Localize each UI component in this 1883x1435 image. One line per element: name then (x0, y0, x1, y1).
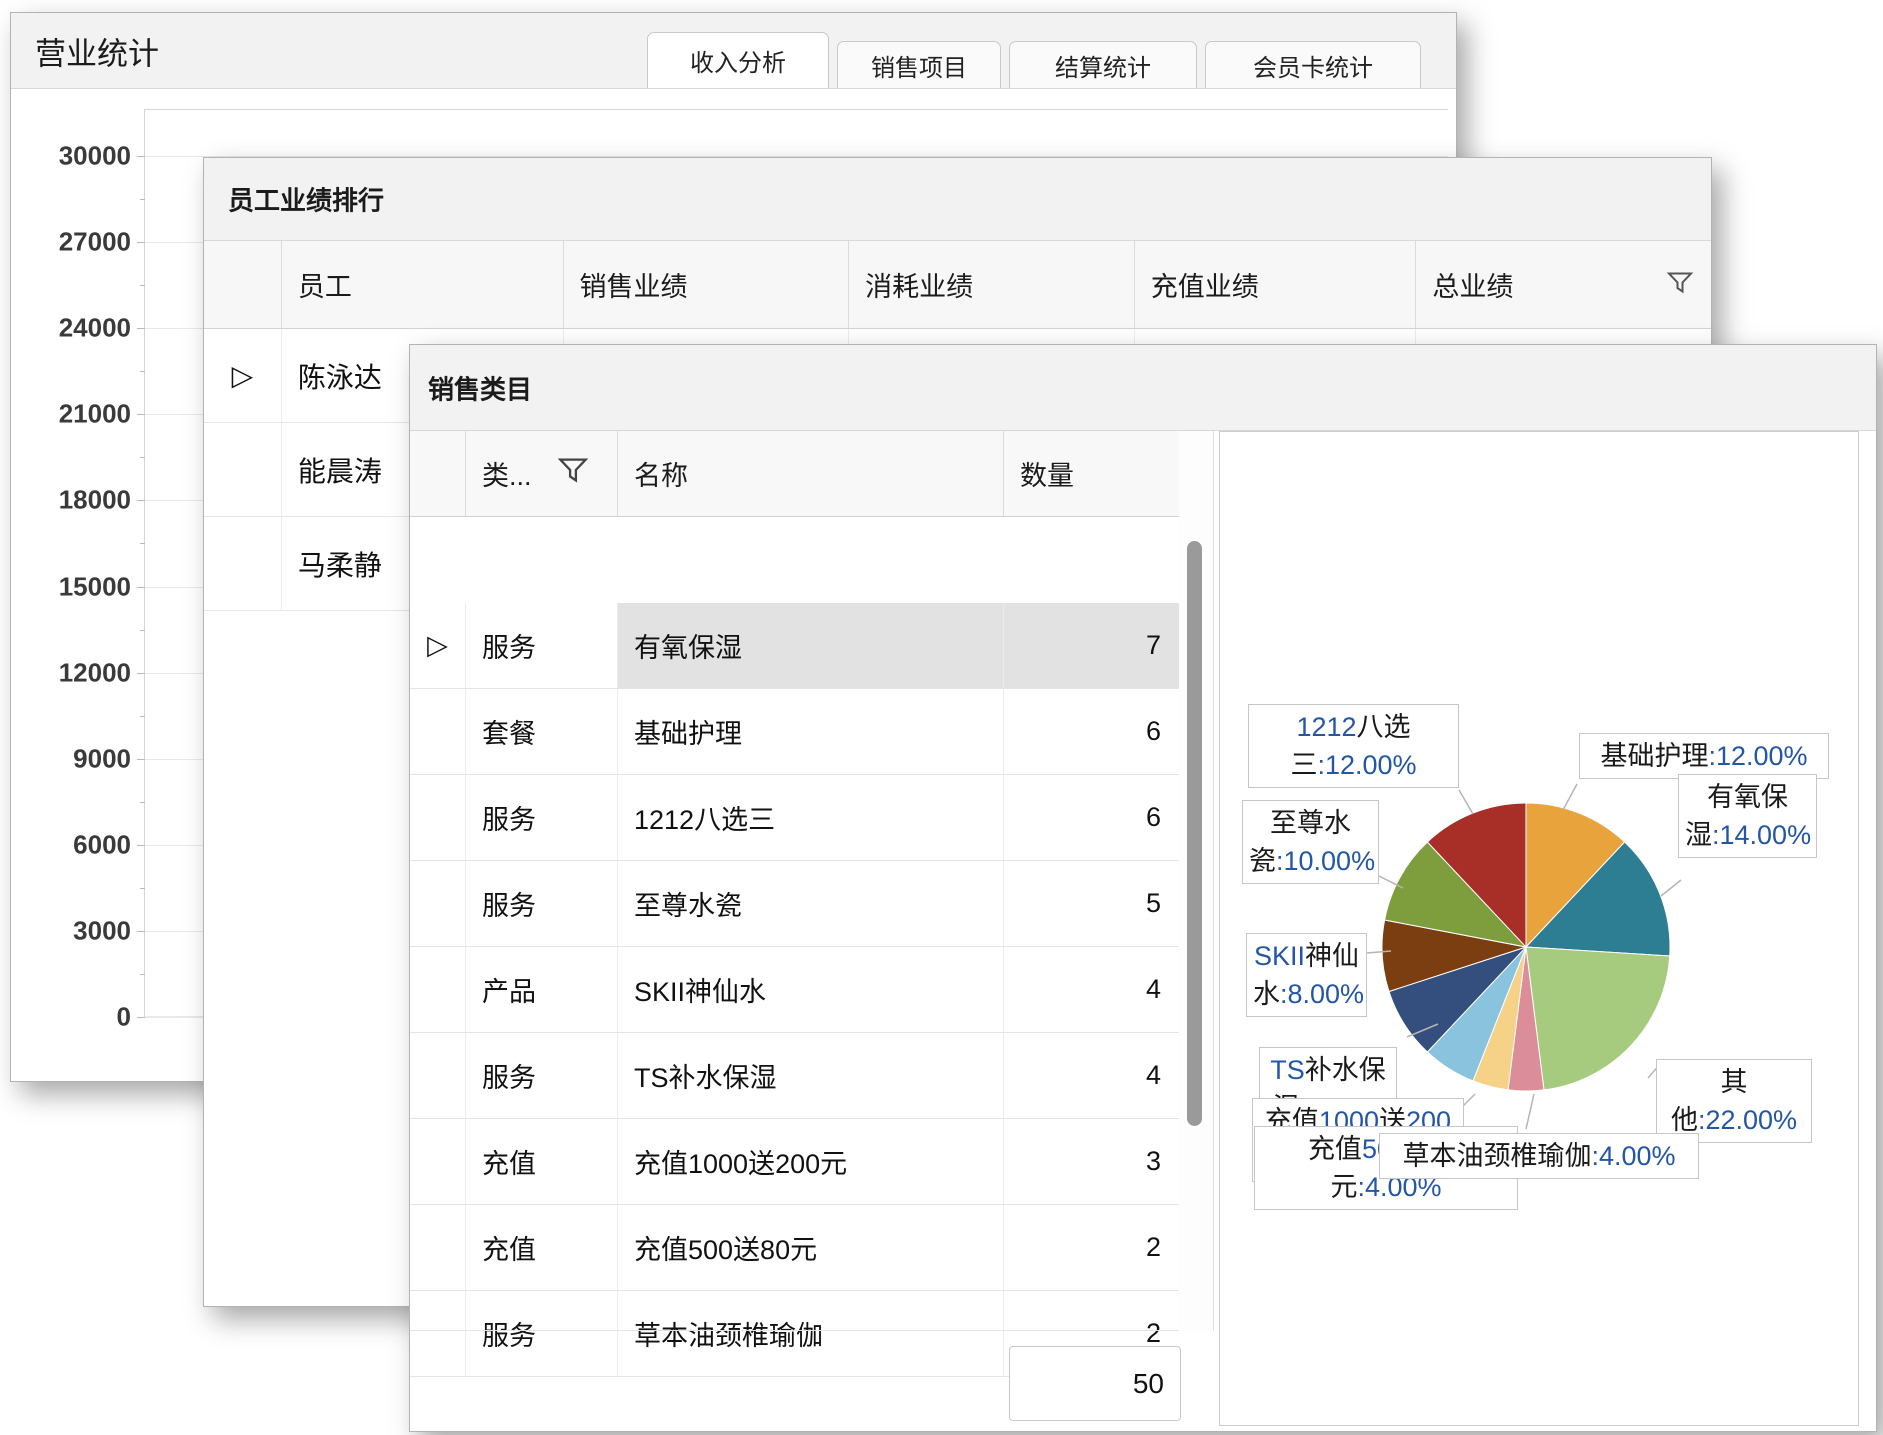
y-axis-tick-label: 3000 (21, 915, 131, 946)
panel-title: 销售类目 (428, 369, 532, 406)
screen: 营业统计 收入分析 销售项目 结算统计 会员卡统计 30000270002400… (0, 0, 1883, 1435)
quantity-cell[interactable]: 4 (1004, 1033, 1179, 1118)
expander-column-header (204, 241, 282, 328)
category-cell[interactable]: 服务 (466, 861, 618, 946)
tab-membership-card-stats[interactable]: 会员卡统计 (1205, 41, 1421, 88)
pie-chart-panel: 1212八选三:12.00% 基础护理:12.00% 至尊水瓷:10.00% 有… (1219, 431, 1859, 1426)
name-cell[interactable]: 基础护理 (618, 689, 1004, 774)
y-axis-tick-label: 6000 (21, 829, 131, 860)
scrollbar-thumb[interactable] (1187, 541, 1202, 1126)
sales-category-row[interactable]: 服务TS补水保湿4 (410, 1033, 1179, 1119)
quantity-cell[interactable]: 2 (1004, 1205, 1179, 1290)
quantity-cell[interactable]: 3 (1004, 1119, 1179, 1204)
column-header-category[interactable]: 类... (466, 431, 618, 516)
column-header-total-performance[interactable]: 总业绩 (1416, 241, 1711, 328)
pie-label-other: 其他:22.00% (1656, 1059, 1812, 1143)
pie-label-leader-line (1526, 1094, 1534, 1129)
name-cell[interactable]: SKII神仙水 (618, 947, 1004, 1032)
y-axis-tick-label: 27000 (21, 227, 131, 258)
y-axis-tick-label: 24000 (21, 313, 131, 344)
vertical-scrollbar[interactable] (1179, 431, 1214, 1331)
name-cell[interactable]: 充值500送80元 (618, 1205, 1004, 1290)
quantity-cell[interactable]: 6 (1004, 775, 1179, 860)
panel-title: 员工业绩排行 (228, 181, 384, 218)
expander-cell[interactable] (410, 1119, 466, 1204)
category-cell[interactable]: 产品 (466, 947, 618, 1032)
expander-cell[interactable] (410, 861, 466, 946)
tab-sales-items[interactable]: 销售项目 (837, 41, 1001, 88)
tab-settlement-stats[interactable]: 结算统计 (1009, 41, 1197, 88)
column-header-name[interactable]: 名称 (618, 431, 1004, 516)
expander-cell[interactable] (410, 775, 466, 860)
column-header-consumption-performance[interactable]: 消耗业绩 (849, 241, 1135, 328)
category-cell[interactable]: 服务 (466, 775, 618, 860)
quantity-cell[interactable]: 6 (1004, 689, 1179, 774)
sales-category-window: 销售类目 类... 名称 数量 ▷服务有氧保湿7套餐基础护理6服务1212八选三… (409, 344, 1877, 1432)
total-quantity-box: 50 (1009, 1346, 1181, 1421)
y-axis-tick-label: 18000 (21, 485, 131, 516)
category-cell[interactable]: 充值 (466, 1205, 618, 1290)
employee-ranking-titlebar: 员工业绩排行 (204, 158, 1711, 241)
employee-table-header: 员工 销售业绩 消耗业绩 充值业绩 总业绩 (204, 241, 1711, 329)
pie-label-leader-line (1661, 880, 1681, 896)
quantity-cell[interactable]: 5 (1004, 861, 1179, 946)
sales-category-row[interactable]: 产品SKII神仙水4 (410, 947, 1179, 1033)
expander-column-header (410, 431, 466, 516)
funnel-icon[interactable] (1667, 269, 1693, 300)
row-expander-icon[interactable]: ▷ (204, 329, 282, 422)
y-axis-tick-label: 9000 (21, 743, 131, 774)
page-title: 营业统计 (35, 28, 159, 73)
y-axis-tick-label: 30000 (21, 141, 131, 172)
category-cell[interactable]: 服务 (466, 603, 618, 688)
expander-cell[interactable] (410, 947, 466, 1032)
pie-slice-其他 (1526, 947, 1670, 1090)
category-cell[interactable]: 服务 (466, 1033, 618, 1118)
quantity-cell[interactable]: 7 (1004, 603, 1179, 688)
name-cell[interactable]: TS补水保湿 (618, 1033, 1004, 1118)
sales-category-row[interactable]: 套餐基础护理6 (410, 689, 1179, 775)
pie-label-skii: SKII神仙水:8.00% (1246, 933, 1367, 1017)
sales-category-row[interactable]: 充值充值500送80元2 (410, 1205, 1179, 1291)
column-header-sales-performance[interactable]: 销售业绩 (564, 241, 850, 328)
table-cell[interactable] (204, 423, 282, 516)
pie-label-youyangbaoshi: 有氧保湿:14.00% (1678, 774, 1817, 858)
sales-category-row[interactable]: 充值充值1000送200元3 (410, 1119, 1179, 1205)
category-cell[interactable]: 充值 (466, 1119, 618, 1204)
funnel-icon[interactable] (558, 457, 588, 490)
expander-cell[interactable] (410, 1033, 466, 1118)
sales-category-titlebar: 销售类目 (410, 345, 1876, 431)
quantity-cell[interactable]: 4 (1004, 947, 1179, 1032)
sales-category-row[interactable]: 服务1212八选三6 (410, 775, 1179, 861)
row-expander-icon[interactable]: ▷ (410, 603, 466, 688)
name-cell[interactable]: 至尊水瓷 (618, 861, 1004, 946)
pie-chart (1220, 432, 1858, 1425)
table-cell[interactable] (204, 517, 282, 610)
sales-category-row[interactable]: ▷服务有氧保湿7 (410, 603, 1179, 689)
sales-category-row[interactable]: 服务至尊水瓷5 (410, 861, 1179, 947)
sales-category-table: 类... 名称 数量 ▷服务有氧保湿7套餐基础护理6服务1212八选三6服务至尊… (410, 431, 1214, 1431)
name-cell[interactable]: 充值1000送200元 (618, 1119, 1004, 1204)
pie-label-jichuhuli: 基础护理:12.00% (1579, 733, 1829, 779)
partial-table-row (410, 1291, 1179, 1331)
category-cell[interactable]: 套餐 (466, 689, 618, 774)
pie-label-leader-line (1459, 790, 1473, 814)
column-header-recharge-performance[interactable]: 充值业绩 (1135, 241, 1417, 328)
business-stats-titlebar: 营业统计 收入分析 销售项目 结算统计 会员卡统计 (11, 13, 1456, 89)
pie-label-caoben: 草本油颈椎瑜伽:4.00% (1379, 1133, 1699, 1179)
column-header-quantity[interactable]: 数量 (1004, 431, 1179, 516)
expander-cell[interactable] (410, 689, 466, 774)
name-cell[interactable]: 1212八选三 (618, 775, 1004, 860)
column-header-employee[interactable]: 员工 (282, 241, 564, 328)
y-axis-tick-label: 0 (21, 1002, 131, 1033)
y-axis-tick-label: 21000 (21, 399, 131, 430)
sales-category-table-header: 类... 名称 数量 (410, 431, 1179, 517)
pie-label-zhizunshuici: 至尊水瓷:10.00% (1242, 800, 1379, 884)
tab-income-analysis[interactable]: 收入分析 (647, 32, 829, 88)
pie-label-1212-baxuansan: 1212八选三:12.00% (1248, 704, 1459, 788)
pie-label-leader-line (1563, 784, 1577, 810)
y-axis-tick-label: 12000 (21, 657, 131, 688)
expander-cell[interactable] (410, 1205, 466, 1290)
y-axis-tick-label: 15000 (21, 571, 131, 602)
name-cell[interactable]: 有氧保湿 (618, 603, 1004, 688)
